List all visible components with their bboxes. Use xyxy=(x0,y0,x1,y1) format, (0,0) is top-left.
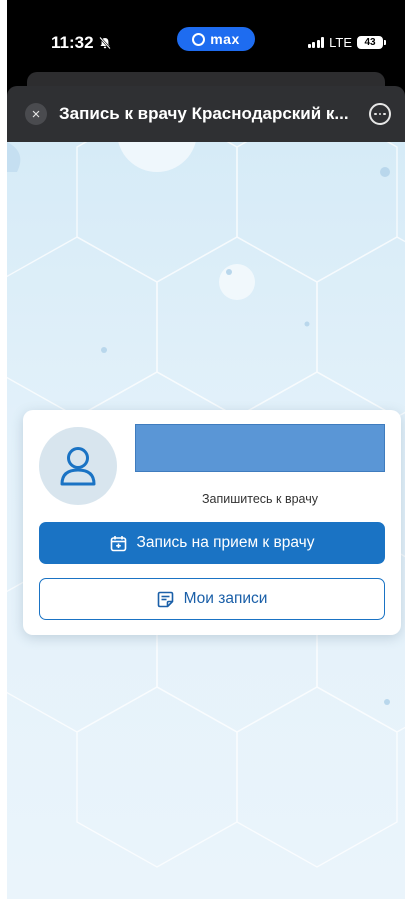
header-bar: × Запись к врачу Краснодарский к... xyxy=(7,86,405,142)
book-appointment-label: Запись на прием к врачу xyxy=(136,534,315,551)
book-appointment-button[interactable]: Запись на прием к врачу xyxy=(39,522,385,564)
status-indicators: LTE 43 xyxy=(307,35,386,50)
my-records-button[interactable]: Мои записи xyxy=(39,578,385,620)
close-icon: × xyxy=(31,105,41,123)
user-name-redacted xyxy=(135,424,385,472)
page-title: Запись к врачу Краснодарский к... xyxy=(59,104,349,123)
max-app-pill[interactable]: MAX xyxy=(177,27,255,51)
phone-screen: 11:32 MAX LTE 43 × xyxy=(7,0,405,899)
content-area: Запишитесь к врачу Запись на прием к вра… xyxy=(7,142,405,899)
card-subtitle: Запишитесь к врачу xyxy=(201,492,318,506)
max-logo-icon xyxy=(192,32,206,46)
battery-icon: 43 xyxy=(357,36,386,49)
bell-slash-icon xyxy=(98,36,111,50)
status-time: 11:32 xyxy=(51,33,94,52)
status-time-group: 11:32 xyxy=(51,33,112,53)
max-pill-label: MAX xyxy=(210,31,240,47)
document-list-icon xyxy=(157,591,173,607)
avatar xyxy=(39,427,117,505)
app-header: × Запись к врачу Краснодарский к... xyxy=(7,72,405,142)
battery-level: 43 xyxy=(364,37,376,48)
my-records-label: Мои записи xyxy=(183,590,268,607)
network-type: LTE xyxy=(329,35,352,50)
more-icon xyxy=(374,112,377,116)
close-button[interactable]: × xyxy=(25,103,47,125)
more-button[interactable] xyxy=(369,103,391,125)
doctor-appointment-card: Запишитесь к врачу Запись на прием к вра… xyxy=(23,410,401,635)
signal-icon xyxy=(307,37,325,48)
calendar-plus-icon xyxy=(110,535,126,551)
user-icon xyxy=(60,447,96,486)
